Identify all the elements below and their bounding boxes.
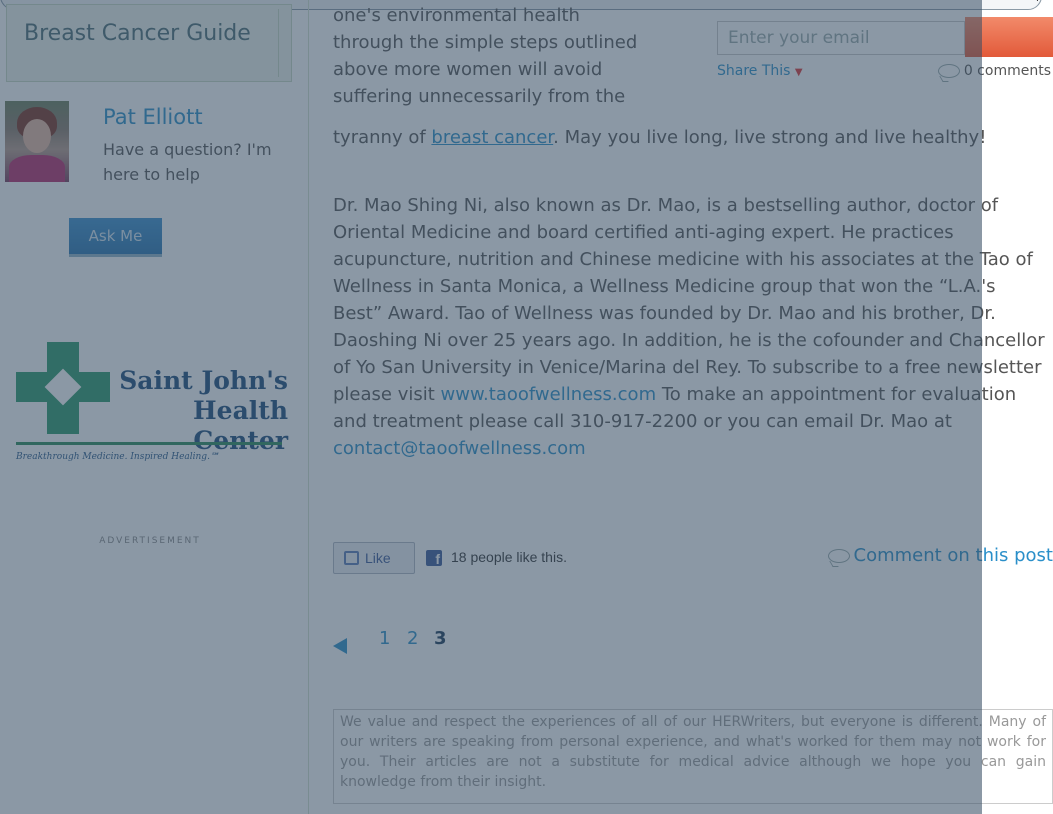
breast-cancer-link[interactable]: breast cancer bbox=[431, 127, 553, 148]
article-paragraph-end: tyranny of breast cancer. May you live l… bbox=[333, 124, 993, 151]
comments-count-label: 0 comments bbox=[963, 63, 1051, 79]
article-text: tyranny of bbox=[333, 127, 432, 148]
share-row: Share This ▼ 0 comments bbox=[717, 63, 1053, 85]
page: . Breast Cancer Guide Pat Elliott Have a… bbox=[0, 0, 1053, 814]
email-input[interactable] bbox=[717, 21, 965, 55]
page-link-1[interactable]: 1 bbox=[379, 628, 390, 649]
comments-count[interactable]: 0 comments bbox=[937, 63, 1051, 79]
sponsor-tagline: Breakthrough Medicine. Inspired Healing.… bbox=[16, 452, 220, 462]
advertisement-label: ADVERTISEMENT bbox=[99, 536, 201, 546]
facebook-icon: f bbox=[426, 550, 442, 566]
email-link[interactable]: contact@taoofwellness.com bbox=[333, 438, 586, 459]
like-label: Like bbox=[365, 550, 391, 566]
social-row: Like f 18 people like this. Comment on t… bbox=[333, 541, 1053, 575]
comment-bubble-icon bbox=[827, 549, 850, 563]
guide-title[interactable]: Breast Cancer Guide bbox=[24, 19, 264, 48]
sponsor-name-line1: Saint John's bbox=[119, 366, 288, 395]
article-line: above more women will avoid bbox=[333, 59, 603, 80]
sponsor-logo[interactable]: Saint John's Health Center Breakthrough … bbox=[16, 342, 288, 472]
author-bio: Dr. Mao Shing Ni, also known as Dr. Mao,… bbox=[333, 192, 1048, 462]
article-line: one's environmental health bbox=[333, 5, 580, 26]
article-text: . May you live long, live strong and liv… bbox=[553, 127, 987, 148]
ask-me-button[interactable]: Ask Me bbox=[69, 218, 162, 257]
main-content: one's environmental health through the s… bbox=[308, 0, 1053, 814]
avatar[interactable] bbox=[5, 101, 69, 182]
bio-text: Dr. Mao Shing Ni, also known as Dr. Mao,… bbox=[333, 195, 1045, 405]
guide-box-divider bbox=[278, 9, 279, 77]
avatar-shirt bbox=[9, 155, 65, 182]
author-subtitle: Have a question? I'm here to help bbox=[103, 140, 272, 184]
sponsor-name-line2: Health Center bbox=[193, 396, 288, 455]
share-this-link[interactable]: Share This ▼ bbox=[717, 63, 803, 79]
sponsor-divider bbox=[16, 442, 282, 445]
page-link-2[interactable]: 2 bbox=[407, 628, 418, 649]
subscribe-button[interactable] bbox=[965, 17, 1053, 57]
thumbs-up-icon bbox=[344, 551, 359, 565]
cross-icon bbox=[16, 342, 110, 434]
page-current-3: 3 bbox=[434, 628, 447, 649]
article-paragraph-top: one's environmental health through the s… bbox=[333, 2, 683, 110]
article-line: through the simple steps outlined bbox=[333, 32, 638, 53]
sidebar: Breast Cancer Guide Pat Elliott Have a q… bbox=[0, 0, 309, 814]
comment-on-post-link[interactable]: Comment on this post bbox=[827, 545, 1053, 566]
disclaimer: We value and respect the experiences of … bbox=[333, 709, 1053, 804]
guide-box[interactable]: Breast Cancer Guide bbox=[6, 4, 292, 82]
previous-page-icon[interactable] bbox=[333, 638, 347, 654]
author-name[interactable]: Pat Elliott bbox=[103, 105, 203, 129]
caret-down-icon: ▼ bbox=[794, 67, 803, 78]
comment-link-label: Comment on this post bbox=[853, 545, 1053, 566]
article-line: suffering unnecessarily from the bbox=[333, 86, 626, 107]
like-button[interactable]: Like bbox=[333, 542, 415, 574]
comment-bubble-icon bbox=[937, 64, 960, 78]
website-link[interactable]: www.taoofwellness.com bbox=[441, 384, 657, 405]
avatar-face bbox=[23, 119, 51, 153]
share-label: Share This bbox=[717, 63, 791, 79]
like-count: 18 people like this. bbox=[451, 549, 567, 565]
